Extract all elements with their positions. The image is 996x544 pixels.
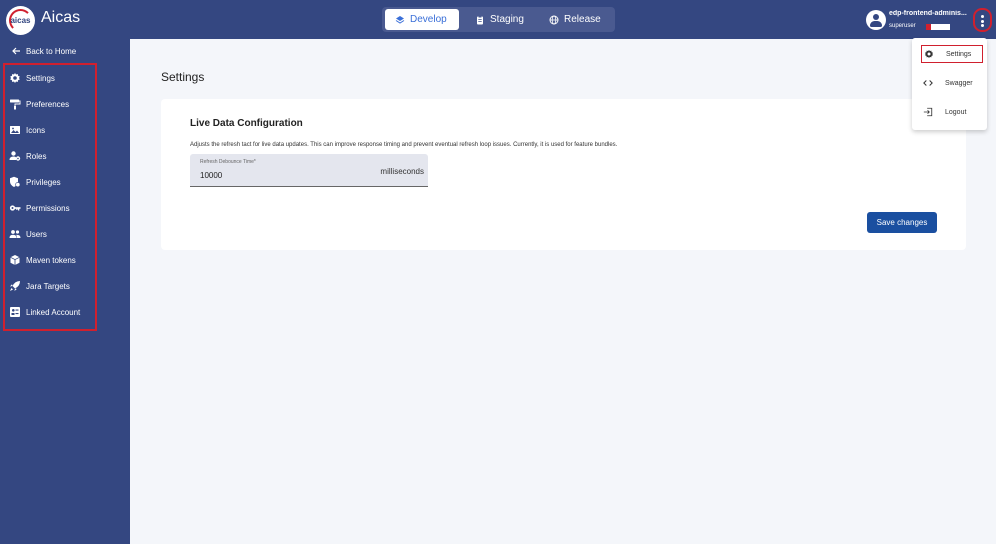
code-icon: [923, 80, 933, 86]
menu-item-label: Settings: [946, 50, 972, 58]
paint-roller-icon: [10, 99, 21, 110]
sidebar-item-linked-account[interactable]: Linked Account: [9, 304, 80, 320]
users-icon: [9, 230, 21, 238]
menu-item-label: Logout: [945, 108, 967, 116]
sidebar-item-maven-tokens[interactable]: Maven tokens: [9, 252, 76, 268]
key-icon: [9, 205, 21, 211]
sidebar-item-label: Preferences: [26, 99, 70, 109]
env-staging-button[interactable]: Staging: [465, 9, 533, 30]
sidebar-item-label: Linked Account: [26, 307, 81, 317]
sidebar-item-label: Permissions: [26, 203, 70, 213]
sidebar-item-roles[interactable]: Roles: [9, 148, 46, 164]
sidebar: Back to Home Settings Preferences Icons …: [0, 39, 130, 544]
user-role: superuser: [889, 23, 916, 29]
sidebar-item-settings[interactable]: Settings: [9, 70, 55, 86]
back-to-home-label: Back to Home: [26, 46, 77, 56]
menu-item-swagger[interactable]: Swagger: [921, 74, 983, 92]
flag-icon: [926, 24, 950, 30]
user-cog-icon: [9, 151, 21, 161]
card-description: Adjusts the refresh tact for live data u…: [190, 142, 618, 148]
arrow-left-icon: [12, 47, 20, 55]
image-icon: [10, 126, 20, 134]
shield-gear-icon: [10, 176, 21, 188]
sidebar-item-privileges[interactable]: Privileges: [9, 174, 61, 190]
gear-icon: [10, 73, 20, 83]
env-develop-button[interactable]: Develop: [385, 9, 459, 30]
page-title: Settings: [161, 70, 205, 84]
user-name: edp-frontend-adminis...: [889, 10, 967, 17]
sidebar-item-icons[interactable]: Icons: [9, 122, 45, 138]
env-develop-label: Develop: [410, 14, 447, 25]
field-suffix: milliseconds: [380, 167, 424, 176]
sidebar-item-label: Roles: [26, 151, 47, 161]
sidebar-item-preferences[interactable]: Preferences: [9, 96, 69, 112]
rocket-icon: [10, 281, 20, 291]
clipboard-icon: [477, 15, 483, 24]
save-changes-button[interactable]: Save changes: [867, 212, 937, 233]
env-release-label: Release: [564, 14, 601, 25]
user-avatar-icon[interactable]: [866, 10, 886, 30]
cube-icon: [10, 255, 20, 265]
globe-icon: [549, 15, 559, 24]
sidebar-item-label: Settings: [26, 73, 55, 83]
top-bar: aicas Aicas Develop Staging Release edp-…: [0, 0, 996, 39]
app-name: Aicas: [41, 9, 81, 26]
menu-item-label: Swagger: [945, 79, 973, 87]
env-staging-label: Staging: [490, 14, 524, 25]
layers-icon: [395, 15, 405, 24]
env-release-button[interactable]: Release: [539, 9, 611, 30]
sidebar-item-label: Maven tokens: [26, 255, 76, 265]
aicas-logo[interactable]: aicas: [6, 6, 35, 35]
gear-icon: [925, 49, 933, 59]
more-options-button[interactable]: [973, 8, 992, 32]
environment-switcher: Develop Staging Release: [382, 7, 615, 32]
field-label: Refresh Debounce Time*: [200, 159, 256, 165]
menu-item-logout[interactable]: Logout: [921, 103, 983, 121]
field-value: 10000: [200, 171, 223, 180]
logo-text: aicas: [10, 16, 31, 25]
sidebar-item-jara-targets[interactable]: Jara Targets: [9, 278, 70, 294]
sidebar-item-label: Jara Targets: [26, 281, 70, 291]
logout-icon: [923, 107, 933, 117]
linked-account-icon: [10, 307, 20, 317]
menu-item-settings[interactable]: Settings: [921, 45, 983, 63]
sidebar-item-users[interactable]: Users: [9, 226, 47, 242]
user-dropdown-menu: Settings Swagger Logout: [912, 38, 987, 130]
card-title: Live Data Configuration: [190, 118, 303, 129]
refresh-debounce-time-field[interactable]: Refresh Debounce Time* 10000 millisecond…: [190, 154, 428, 187]
live-data-config-card: Live Data Configuration Adjusts the refr…: [161, 99, 966, 250]
sidebar-item-label: Users: [26, 229, 47, 239]
sidebar-item-permissions[interactable]: Permissions: [9, 200, 70, 216]
back-to-home-link[interactable]: Back to Home: [11, 46, 76, 56]
sidebar-item-label: Privileges: [26, 177, 61, 187]
sidebar-item-label: Icons: [26, 125, 46, 135]
